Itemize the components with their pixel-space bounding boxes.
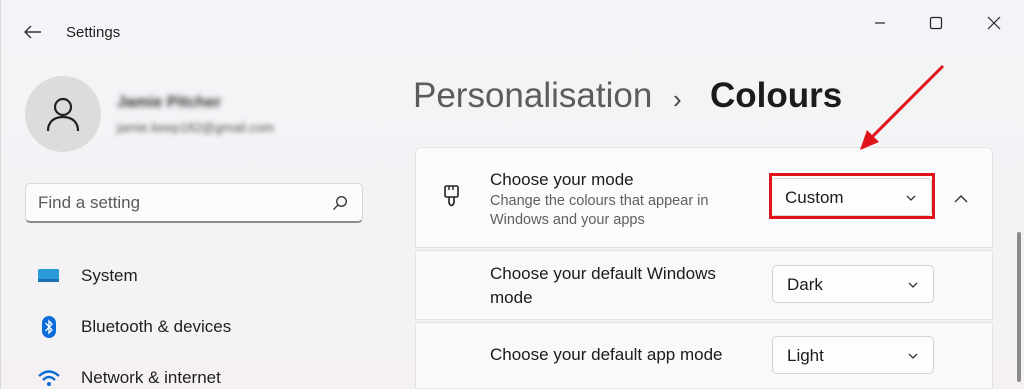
user-icon	[46, 97, 80, 132]
back-button[interactable]	[19, 20, 47, 44]
maximize-icon	[929, 16, 943, 30]
wifi-icon	[37, 366, 61, 389]
sidebar-item-label: System	[81, 266, 138, 285]
settings-window: Settings Jamie Pitcher jamie.keep182@gma…	[0, 0, 1024, 389]
windows-mode-label: Choose your default Windows mode	[490, 264, 716, 307]
app-mode-value: Light	[787, 346, 824, 365]
windows-mode-dropdown[interactable]: Dark	[772, 265, 934, 303]
title-bar: Settings	[1, 0, 1024, 64]
highlight-box	[769, 173, 935, 219]
minimize-button[interactable]	[857, 8, 903, 38]
app-mode-row: Choose your default app mode Light	[415, 322, 993, 389]
close-button[interactable]	[971, 8, 1017, 38]
chevron-up-icon	[954, 195, 968, 203]
chevron-down-icon	[908, 282, 918, 288]
windows-mode-row: Choose your default Windows mode Dark	[415, 250, 993, 320]
sidebar-item-bluetooth[interactable]: Bluetooth & devices	[25, 307, 365, 347]
back-arrow-icon	[24, 25, 41, 39]
user-email: jamie.keep182@gmail.com	[117, 120, 274, 135]
minimize-icon	[875, 22, 885, 24]
breadcrumb-separator: ›	[673, 84, 682, 114]
windows-mode-value: Dark	[787, 275, 823, 294]
monitor-icon	[37, 264, 61, 288]
page-title: Colours	[710, 76, 843, 115]
paintbrush-icon	[444, 185, 459, 207]
sidebar-item-system[interactable]: System	[25, 256, 365, 296]
mode-description: Change the colours that appear in Window…	[490, 193, 709, 228]
sidebar-item-label: Network & internet	[81, 368, 221, 387]
maximize-button[interactable]	[913, 8, 959, 38]
scrollbar[interactable]	[1017, 232, 1021, 382]
mode-title: Choose your mode	[490, 170, 634, 189]
breadcrumb-parent[interactable]: Personalisation	[413, 76, 652, 116]
sidebar-item-label: Bluetooth & devices	[81, 317, 232, 336]
chevron-down-icon	[908, 353, 918, 359]
collapse-button[interactable]	[946, 188, 976, 210]
bluetooth-icon	[37, 315, 61, 339]
app-mode-label: Choose your default app mode	[490, 345, 723, 364]
user-name: Jamie Pitcher	[117, 94, 222, 111]
search-box[interactable]	[25, 183, 363, 223]
app-mode-dropdown[interactable]: Light	[772, 336, 934, 374]
search-input[interactable]	[38, 193, 318, 213]
sidebar-item-network[interactable]: Network & internet	[25, 358, 365, 389]
close-icon	[987, 16, 1001, 30]
app-title: Settings	[66, 24, 121, 41]
avatar[interactable]	[25, 76, 101, 152]
search-icon[interactable]	[332, 195, 348, 211]
